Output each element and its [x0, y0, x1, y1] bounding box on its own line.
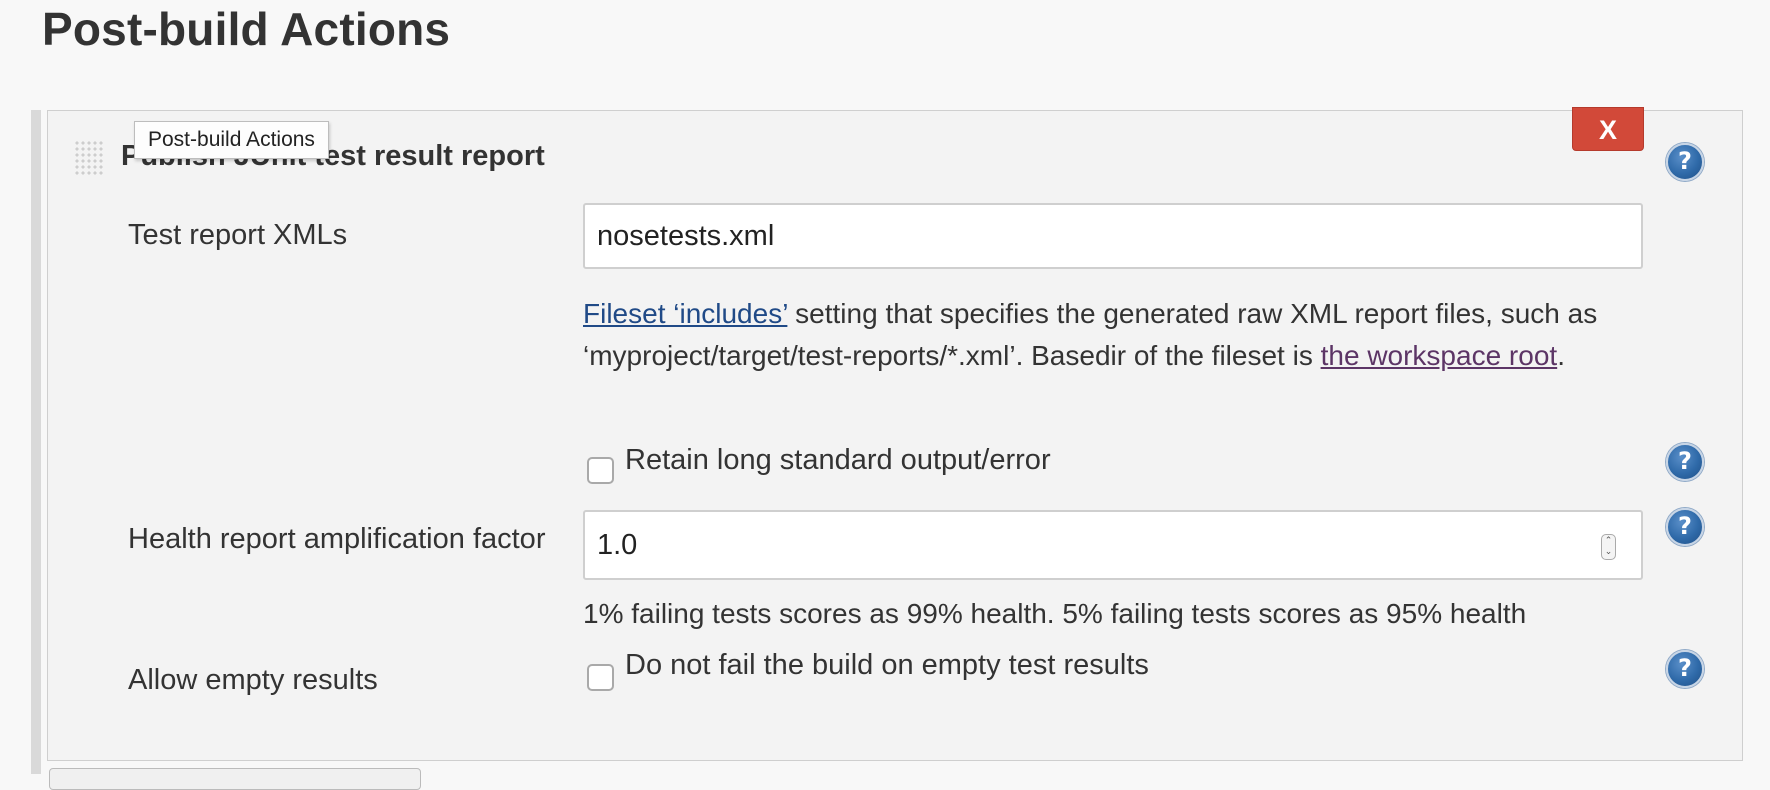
retain-output-label: Retain long standard output/error: [625, 444, 1051, 476]
number-spinner[interactable]: ⌃ ⌄: [1601, 534, 1616, 560]
help-glyph: ?: [1678, 654, 1692, 682]
test-report-xmls-input[interactable]: [583, 203, 1643, 269]
test-report-xmls-description: Fileset ‘includes’ setting that specifie…: [583, 293, 1643, 377]
tooltip: Post-build Actions: [134, 121, 329, 159]
add-post-build-action-button[interactable]: [49, 768, 421, 790]
allow-empty-checkbox-label: Do not fail the build on empty test resu…: [625, 649, 1149, 681]
help-glyph: ?: [1678, 512, 1692, 540]
help-icon[interactable]: ?: [1666, 650, 1704, 688]
section-left-bar: [31, 110, 41, 774]
spinner-down-icon[interactable]: ⌄: [1602, 546, 1615, 557]
fileset-includes-link[interactable]: Fileset ‘includes’: [583, 298, 787, 329]
help-glyph: ?: [1678, 147, 1692, 175]
help-icon[interactable]: ?: [1666, 443, 1704, 481]
spinner-up-icon[interactable]: ⌃: [1602, 535, 1615, 546]
retain-output-checkbox[interactable]: [587, 457, 614, 484]
drag-handle-icon[interactable]: [74, 140, 104, 176]
allow-empty-label: Allow empty results: [128, 664, 378, 696]
section-title: Post-build Actions: [42, 3, 451, 55]
health-factor-input[interactable]: [583, 510, 1643, 580]
delete-step-button[interactable]: X: [1572, 107, 1644, 151]
allow-empty-checkbox[interactable]: [587, 664, 614, 691]
help-icon[interactable]: ?: [1666, 508, 1704, 546]
health-factor-label: Health report amplification factor: [128, 523, 546, 555]
help-icon[interactable]: ?: [1666, 143, 1704, 181]
workspace-root-link[interactable]: the workspace root: [1321, 340, 1558, 371]
help-glyph: ?: [1678, 447, 1692, 475]
health-factor-description: 1% failing tests scores as 99% health. 5…: [583, 598, 1527, 629]
desc-text-2: .: [1557, 340, 1565, 371]
test-report-xmls-label: Test report XMLs: [128, 219, 348, 251]
